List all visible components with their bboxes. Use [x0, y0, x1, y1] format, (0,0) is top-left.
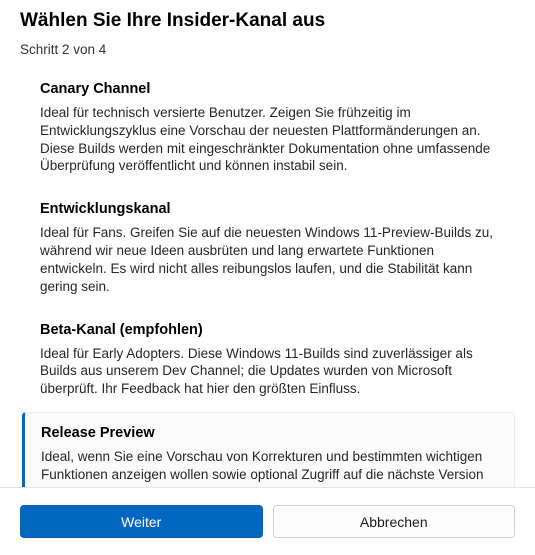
channel-option-beta[interactable]: Beta-Kanal (empfohlen) Ideal für Early A… [22, 310, 515, 412]
step-indicator: Schritt 2 von 4 [20, 42, 515, 57]
continue-button[interactable]: Weiter [20, 505, 263, 538]
header: Wählen Sie Ihre Insider-Kanal aus Schrit… [0, 0, 535, 61]
channel-desc: Ideal für Early Adopters. Diese Windows … [40, 345, 497, 398]
channel-list: Canary Channel Ideal für technisch versi… [0, 61, 535, 534]
channel-option-canary[interactable]: Canary Channel Ideal für technisch versi… [22, 69, 515, 189]
channel-title: Release Preview [41, 425, 496, 441]
cancel-button[interactable]: Abbrechen [273, 505, 516, 538]
page-title: Wählen Sie Ihre Insider-Kanal aus [20, 10, 515, 32]
footer: Weiter Abbrechen [0, 487, 535, 555]
channel-desc: Ideal für Fans. Greifen Sie auf die neue… [40, 224, 497, 295]
channel-title: Beta-Kanal (empfohlen) [40, 322, 497, 338]
channel-title: Canary Channel [40, 81, 497, 97]
channel-desc: Ideal für technisch versierte Benutzer. … [40, 104, 497, 175]
channel-option-dev[interactable]: Entwicklungskanal Ideal für Fans. Greife… [22, 189, 515, 309]
channel-title: Entwicklungskanal [40, 201, 497, 217]
